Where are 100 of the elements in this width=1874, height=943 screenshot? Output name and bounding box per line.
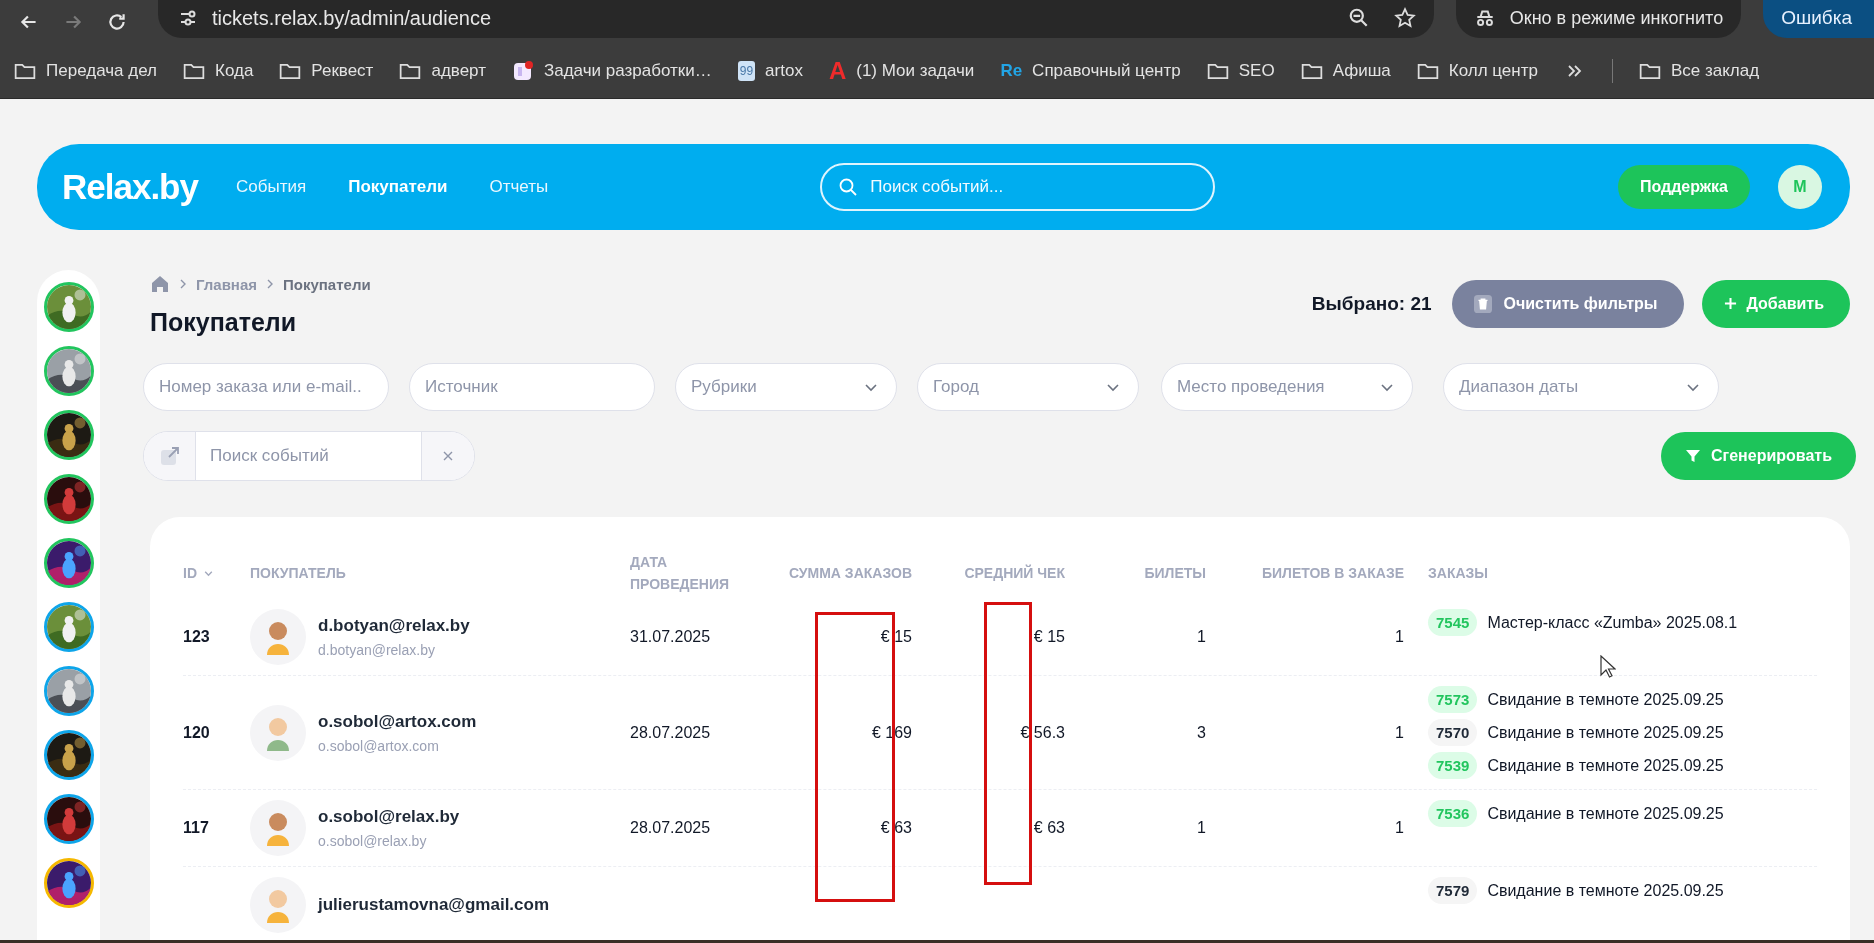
bookmark-label: artox	[765, 61, 803, 81]
bookmark[interactable]: Реквест	[279, 61, 374, 81]
select-field[interactable]: Город	[917, 363, 1139, 411]
select-field[interactable]: Диапазон даты	[1443, 363, 1719, 411]
event-thumbnail[interactable]	[43, 538, 94, 588]
bookmark[interactable]: Колл центр	[1416, 61, 1538, 81]
event-thumbnail[interactable]	[43, 602, 94, 652]
bookmark[interactable]: A (1) Мои задачи	[828, 59, 975, 83]
order-badge[interactable]: 7536	[1428, 800, 1478, 827]
incognito-indicator[interactable]: Окно в режиме инкогнито	[1455, 0, 1742, 38]
breadcrumb-link[interactable]: Покупатели	[283, 275, 371, 293]
bookmark[interactable]: Афиша	[1300, 61, 1391, 81]
bookmark[interactable]: 99 artox	[737, 61, 803, 81]
plus-icon	[1723, 297, 1737, 310]
event-thumbnail[interactable]	[43, 794, 94, 844]
avatar-icon	[250, 800, 306, 856]
column-header[interactable]: БИЛЕТЫ	[1144, 562, 1206, 584]
bookmark[interactable]: Задачи разработки…	[511, 61, 712, 81]
table-cell: € 15	[880, 628, 912, 646]
star-icon[interactable]	[1393, 7, 1416, 29]
table-cell: € 56.3	[1020, 723, 1065, 742]
order-badge[interactable]: 7539	[1428, 752, 1478, 779]
bookmark[interactable]: Все заклад	[1638, 61, 1760, 81]
event-thumbnail[interactable]	[43, 410, 94, 460]
select-field[interactable]: Место проведения	[1161, 363, 1413, 411]
column-header[interactable]: СУММА ЗАКАЗОВ	[788, 562, 912, 584]
buyer-name[interactable]: d.botyan@relax.by	[318, 616, 470, 636]
column-header[interactable]: БИЛЕТОВ В ЗАКАЗЕ	[1261, 562, 1404, 584]
table-cell: 1	[1395, 723, 1404, 742]
logo[interactable]: Relax.by	[62, 167, 198, 207]
avatar-icon	[250, 609, 306, 665]
table-cell: 1	[1197, 628, 1206, 646]
filter-icon	[1684, 448, 1701, 464]
nav-link[interactable]: Покупатели	[348, 177, 448, 197]
home-icon[interactable]	[150, 274, 170, 294]
trash-icon	[1473, 294, 1492, 313]
select-field[interactable]: Рубрики	[675, 363, 897, 411]
letter-icon: A	[828, 59, 847, 83]
zoom-out-icon[interactable]	[1347, 7, 1370, 29]
table-cell: 31.07.2025	[630, 628, 711, 646]
event-search-field[interactable]: Поиск событий	[143, 431, 475, 481]
error-button[interactable]: Ошибка	[1763, 0, 1874, 38]
order-title: Свидание в темноте 2025.09.25	[1487, 690, 1724, 709]
bookmark-label: Задачи разработки…	[543, 61, 712, 81]
bookmark[interactable]: Re Справочный центр	[1000, 61, 1181, 81]
bookmark[interactable]: SEO	[1206, 61, 1275, 81]
table-cell: 1	[1395, 628, 1404, 646]
order-badge[interactable]: 7579	[1428, 877, 1478, 904]
folder-icon	[1300, 61, 1323, 81]
bookmark[interactable]: Кода	[183, 61, 254, 81]
folder-icon	[183, 61, 205, 81]
add-button[interactable]: Добавить	[1701, 279, 1850, 328]
folder-icon	[1638, 61, 1661, 81]
order-badge[interactable]: 7573	[1428, 686, 1478, 713]
event-thumbnail[interactable]	[43, 730, 94, 780]
bookmark[interactable]: Передача дел	[14, 61, 157, 81]
site-settings-icon[interactable]	[178, 8, 198, 28]
support-button[interactable]: Поддержка	[1617, 165, 1750, 209]
table-cell: 3	[1197, 723, 1206, 742]
close-icon[interactable]	[443, 451, 453, 461]
buyer-name[interactable]: o.sobol@relax.by	[318, 807, 460, 827]
chevron-icon	[265, 279, 275, 289]
clear-filters-button[interactable]: Очистить фильтры	[1451, 279, 1684, 328]
artox-icon: 99	[737, 61, 756, 81]
column-header[interactable]: ID	[183, 562, 214, 584]
column-header[interactable]: ДАТА ПРОВЕДЕНИЯ	[630, 551, 760, 595]
reload-icon[interactable]	[106, 11, 128, 33]
column-header[interactable]: СРЕДНИЙ ЧЕК	[964, 562, 1065, 584]
bookmark-label: Афиша	[1332, 61, 1391, 81]
search-icon	[838, 177, 859, 197]
order-badge[interactable]: 7570	[1428, 719, 1478, 746]
input-field[interactable]: Номер заказа или e-mail..	[143, 363, 389, 411]
folder-icon	[1416, 61, 1439, 81]
address-bar[interactable]: tickets.relax.by/admin/audience	[158, 0, 1434, 38]
breadcrumb-link[interactable]: Главная	[196, 275, 257, 293]
order-badge[interactable]: 7545	[1428, 609, 1478, 636]
buyer-name[interactable]: o.sobol@artox.com	[318, 711, 477, 732]
event-thumbnail[interactable]	[43, 474, 94, 524]
folder-icon	[399, 61, 422, 81]
event-thumbnail[interactable]	[43, 666, 94, 716]
nav-link[interactable]: Отчеты	[489, 177, 549, 197]
column-header[interactable]: ЗАКАЗЫ	[1428, 562, 1488, 584]
table-cell: € 63	[880, 819, 912, 837]
buyer-email: o.sobol@relax.by	[318, 833, 428, 849]
generate-button[interactable]: Сгенерировать	[1660, 432, 1856, 480]
column-header[interactable]: ПОКУПАТЕЛЬ	[250, 562, 346, 584]
input-field[interactable]: Источник	[409, 363, 655, 411]
nav-link[interactable]: События	[235, 177, 307, 197]
bookmark-label: адверт	[431, 61, 486, 81]
table-cell: € 63	[1033, 819, 1065, 837]
chevron-icon	[178, 279, 188, 289]
event-thumbnail[interactable]	[43, 346, 94, 396]
search-field[interactable]: Поиск событий...	[820, 163, 1216, 211]
event-thumbnail[interactable]	[43, 282, 94, 332]
event-thumbnail[interactable]	[43, 858, 94, 908]
buyer-name[interactable]: julierustamovna@gmail.com	[318, 895, 550, 915]
app-icon	[511, 61, 534, 81]
user-avatar[interactable]: M	[1778, 165, 1822, 209]
buyer-email: d.botyan@relax.by	[318, 642, 436, 658]
bookmark[interactable]: адверт	[399, 61, 486, 81]
